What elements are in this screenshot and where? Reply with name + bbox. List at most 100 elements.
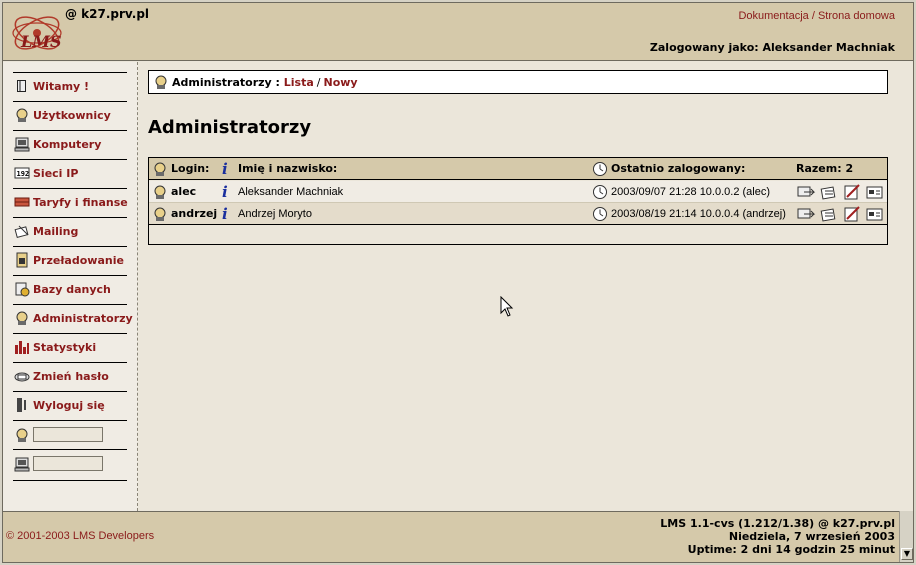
sidebar-item-users[interactable]: Użytkownicy xyxy=(13,101,127,128)
row-name: i Andrzej Moryto xyxy=(222,204,312,223)
hostname: @ k27.prv.pl xyxy=(65,7,150,21)
password-icon xyxy=(14,372,30,382)
delete-icon[interactable] xyxy=(819,184,839,200)
edit-icon[interactable] xyxy=(842,205,862,222)
sidebar-item-logout[interactable]: Wyloguj się xyxy=(13,391,127,418)
info-icon: i xyxy=(222,204,228,223)
clock-icon xyxy=(593,161,607,176)
info-icon: i xyxy=(222,159,228,178)
sidebar-item-change-password[interactable]: Zmień hasło xyxy=(13,362,127,389)
database-icon xyxy=(15,282,30,297)
edit-icon[interactable] xyxy=(842,183,862,200)
mail-icon xyxy=(14,225,29,239)
breadcrumb-section: Administratorzy : xyxy=(172,75,280,89)
network-icon: 192 xyxy=(14,167,30,179)
sidebar-item-label: Mailing xyxy=(33,224,79,238)
logged-in-user: Zalogowany jako: Aleksander Machniak xyxy=(649,41,895,54)
admin-icon xyxy=(154,185,166,199)
info-card-icon[interactable] xyxy=(865,184,885,200)
copyright: © 2001-2003 LMS Developers xyxy=(6,530,155,542)
table-row[interactable]: alec i Aleksander Machniak 2003/09/07 21… xyxy=(149,181,887,203)
table-header: Login: i Imię i nazwisko: Ostatnio zalog… xyxy=(149,158,887,180)
link-separator: / xyxy=(811,10,815,22)
money-icon xyxy=(14,197,30,207)
sidebar-item-welcome[interactable]: Witamy ! xyxy=(13,72,127,99)
sidebar-item-label: Bazy danych xyxy=(33,282,111,296)
row-name: i Aleksander Machniak xyxy=(222,182,344,201)
quick-search-computer xyxy=(13,449,127,477)
uptime-text: Uptime: 2 dni 14 godzin 25 minut xyxy=(687,543,895,556)
delete-icon[interactable] xyxy=(819,206,839,222)
book-icon xyxy=(17,80,26,92)
sidebar-item-computers[interactable]: Komputery xyxy=(13,130,127,157)
sidebar: Witamy ! Użytkownicy Komputery 192 Sieci… xyxy=(3,62,138,511)
sidebar-item-tariffs[interactable]: Taryfy i finanse xyxy=(13,188,128,215)
breadcrumb-link-list[interactable]: Lista xyxy=(284,76,314,89)
user-icon xyxy=(16,428,28,442)
svg-text:192: 192 xyxy=(17,170,30,178)
breadcrumb-link-new[interactable]: Nowy xyxy=(324,76,358,89)
sidebar-item-label: Witamy ! xyxy=(33,79,90,93)
sidebar-item-label: Administratorzy xyxy=(33,311,133,325)
sidebar-item-reload[interactable]: Przeładowanie xyxy=(13,246,127,273)
logout-icon xyxy=(17,398,26,412)
header-name: i Imię i nazwisko: xyxy=(222,159,338,178)
row-actions xyxy=(796,205,885,222)
sidebar-item-label: Komputery xyxy=(33,137,102,151)
top-links: Dokumentacja / Strona domowa xyxy=(738,10,895,22)
mouse-cursor-icon xyxy=(500,296,514,317)
clock-icon xyxy=(593,184,607,199)
breadcrumb: Administratorzy : Lista / Nowy xyxy=(148,70,888,94)
sidebar-item-label: Wyloguj się xyxy=(33,398,105,412)
row-actions xyxy=(796,183,885,200)
computer-search-input[interactable] xyxy=(33,456,103,471)
admins-table: Login: i Imię i nazwisko: Ostatnio zalog… xyxy=(148,157,888,245)
header-last-login: Ostatnio zalogowany: xyxy=(592,161,745,177)
header-login: Login: xyxy=(152,161,209,177)
link-homepage[interactable]: Strona domowa xyxy=(818,10,895,22)
user-search-input[interactable] xyxy=(33,427,103,442)
page-footer: © 2001-2003 LMS Developers LMS 1.1-cvs (… xyxy=(3,511,899,562)
link-documentation[interactable]: Dokumentacja xyxy=(738,10,808,22)
reload-icon xyxy=(16,252,28,268)
version-text: LMS 1.1-cvs (1.212/1.38) @ k27.prv.pl xyxy=(660,517,895,530)
breadcrumb-separator: / xyxy=(316,75,321,89)
chart-icon xyxy=(15,341,29,354)
admin-icon xyxy=(154,207,166,221)
lms-logo: LMS xyxy=(12,16,62,51)
sidebar-item-mailing[interactable]: Mailing xyxy=(13,217,127,244)
access-icon[interactable] xyxy=(796,184,816,200)
row-last-login: 2003/09/07 21:28 10.0.0.2 (alec) xyxy=(592,184,770,200)
svg-text:LMS: LMS xyxy=(20,32,62,51)
info-card-icon[interactable] xyxy=(865,206,885,222)
server-info: LMS 1.1-cvs (1.212/1.38) @ k27.prv.pl Ni… xyxy=(660,517,895,556)
sidebar-item-label: Taryfy i finanse xyxy=(33,195,128,209)
sidebar-item-databases[interactable]: Bazy danych xyxy=(13,275,127,302)
computer-icon xyxy=(14,457,30,471)
page-header: LMS @ k27.prv.pl Dokumentacja / Strona d… xyxy=(3,3,913,61)
date-text: Niedziela, 7 wrzesień 2003 xyxy=(728,530,895,543)
sidebar-item-label: Statystyki xyxy=(33,340,97,354)
computer-icon xyxy=(14,137,30,152)
sidebar-item-label: Przeładowanie xyxy=(33,253,124,267)
table-row[interactable]: andrzej i Andrzej Moryto 2003/08/19 21:1… xyxy=(149,203,887,225)
admin-icon xyxy=(155,75,167,89)
sidebar-item-admins[interactable]: Administratorzy xyxy=(13,304,133,331)
sidebar-item-networks[interactable]: 192 Sieci IP xyxy=(13,159,127,186)
row-login: andrzej xyxy=(152,206,217,222)
scrollbar[interactable]: ▼ xyxy=(899,511,913,562)
row-last-login: 2003/08/19 21:14 10.0.0.4 (andrzej) xyxy=(592,206,786,222)
scroll-down-icon[interactable]: ▼ xyxy=(901,548,913,560)
sidebar-item-label: Sieci IP xyxy=(33,166,79,180)
info-icon: i xyxy=(222,182,228,201)
admin-icon xyxy=(16,311,28,325)
sidebar-divider xyxy=(13,480,127,481)
sidebar-item-stats[interactable]: Statystyki xyxy=(13,333,127,360)
sidebar-item-label: Użytkownicy xyxy=(33,108,111,122)
access-icon[interactable] xyxy=(796,206,816,222)
header-total: Razem: 2 xyxy=(796,162,854,175)
user-icon xyxy=(16,108,28,122)
page-title: Administratorzy xyxy=(148,117,312,138)
clock-icon xyxy=(593,206,607,221)
browser-viewport: LMS @ k27.prv.pl Dokumentacja / Strona d… xyxy=(2,2,914,563)
